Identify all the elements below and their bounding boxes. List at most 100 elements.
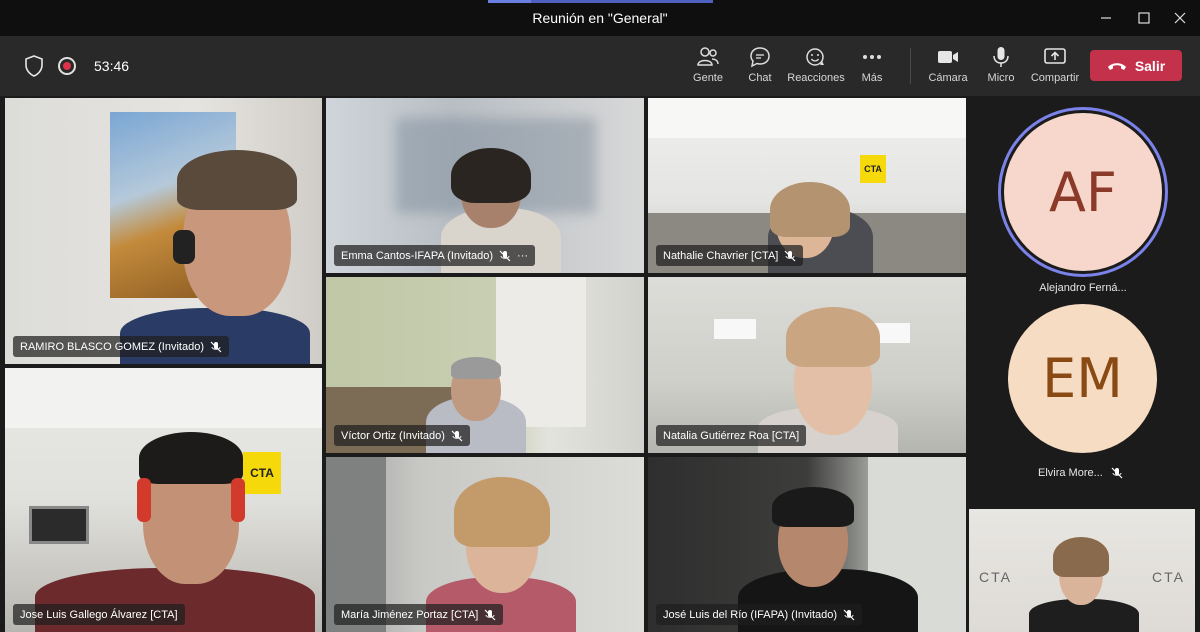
video-tile-maria[interactable]: María Jiménez Portaz [CTA]: [326, 457, 644, 632]
participant-name: Víctor Ortiz (Invitado): [341, 429, 445, 442]
share-screen-icon: [1044, 48, 1066, 64]
camera-button[interactable]: Cámara: [918, 44, 978, 84]
cta-wall-logo: CTA: [243, 452, 281, 494]
participant-hair: [177, 150, 297, 210]
hang-up-icon: [1107, 62, 1126, 70]
participant-hair: [1053, 537, 1109, 577]
participant-hair: [451, 357, 501, 379]
share-label: Compartir: [1030, 72, 1080, 84]
wall-logo-right: CTA: [1152, 569, 1185, 585]
participant-name: Nathalie Chavrier [CTA]: [663, 249, 779, 262]
avatar-initials: AF: [1048, 160, 1117, 224]
mic-off-icon: [1111, 467, 1123, 479]
meeting-timer: 53:46: [94, 58, 130, 74]
reactions-button[interactable]: Reacciones: [786, 44, 846, 84]
maximize-button[interactable]: [1126, 6, 1162, 30]
nameplate: Emma Cantos-IFAPA (Invitado) ···: [334, 245, 536, 266]
participant-name: Emma Cantos-IFAPA (Invitado): [341, 249, 494, 262]
participant-hair: [786, 307, 880, 367]
cta-wall-logo: CTA: [860, 155, 886, 183]
video-tile-natalia[interactable]: Natalia Gutiérrez Roa [CTA]: [648, 277, 966, 453]
toolbar-divider: [910, 48, 911, 84]
roster-name-row: Elvira More...: [1038, 467, 1123, 479]
participant-hair: [772, 487, 854, 527]
more-icon: [863, 55, 881, 59]
leave-button[interactable]: Salir: [1090, 50, 1182, 81]
people-icon: [697, 47, 719, 66]
mic-off-icon: [784, 250, 796, 261]
video-stage: RAMIRO BLASCO GOMEZ (Invitado) Emma Cant…: [0, 96, 1200, 632]
video-tile-jose-luis-gallego[interactable]: CTA Jose Luis Gallego Álvarez [CTA]: [5, 368, 322, 632]
video-tile-nathalie[interactable]: CTA Nathalie Chavrier [CTA]: [648, 98, 966, 273]
mic-off-icon: [843, 609, 855, 620]
ceiling: [5, 368, 322, 428]
participant-hair: [454, 477, 550, 547]
video-tile-ramiro[interactable]: RAMIRO BLASCO GOMEZ (Invitado): [5, 98, 322, 364]
nameplate: José Luis del Río (IFAPA) (Invitado): [656, 604, 863, 625]
meeting-status: 53:46: [24, 55, 129, 77]
more-button[interactable]: Más: [842, 44, 902, 84]
recording-icon[interactable]: [58, 57, 76, 75]
nameplate: Natalia Gutiérrez Roa [CTA]: [656, 425, 807, 446]
headset-icon: [231, 478, 245, 522]
participant-hair: [139, 432, 243, 484]
wall-logo-left: CTA: [979, 569, 1012, 585]
nameplate: María Jiménez Portaz [CTA]: [334, 604, 504, 625]
video-tile-jose-luis-del-rio[interactable]: José Luis del Río (IFAPA) (Invitado): [648, 457, 966, 632]
shield-icon[interactable]: [24, 55, 44, 77]
avatar: AF: [1004, 113, 1162, 271]
camera-label: Cámara: [928, 72, 968, 84]
avatar: EM: [1008, 304, 1157, 453]
headset-icon: [173, 230, 195, 264]
mic-off-icon: [484, 609, 496, 620]
participant-name: Natalia Gutiérrez Roa [CTA]: [663, 429, 800, 442]
maximize-icon: [1138, 12, 1150, 24]
ceiling-light: [714, 319, 756, 339]
title-bar: Reunión en "General": [0, 0, 1200, 36]
minimize-icon: [1101, 17, 1111, 19]
leave-label: Salir: [1134, 57, 1166, 74]
video-tile-emma[interactable]: Emma Cantos-IFAPA (Invitado) ···: [326, 98, 644, 273]
speaking-ring: AF: [998, 107, 1168, 277]
minimize-button[interactable]: [1088, 6, 1124, 30]
reactions-icon: [806, 48, 824, 66]
roster-name: Alejandro Ferná...: [1039, 282, 1127, 294]
office-monitor: [29, 506, 89, 544]
window-title: Reunión en "General": [532, 10, 668, 26]
mic-button[interactable]: Micro: [971, 44, 1031, 84]
nameplate: Víctor Ortiz (Invitado): [334, 425, 470, 446]
close-button[interactable]: [1162, 6, 1198, 30]
participant-name: Jose Luis Gallego Álvarez [CTA]: [20, 608, 178, 621]
camera-icon: [938, 51, 958, 63]
chat-label: Chat: [748, 72, 772, 84]
participant-name: José Luis del Río (IFAPA) (Invitado): [663, 608, 838, 621]
participant-more-options[interactable]: ···: [517, 250, 528, 262]
mic-off-icon: [499, 250, 511, 261]
roster-name: Elvira More...: [1038, 467, 1103, 479]
participant-hair: [451, 148, 531, 203]
nameplate: Nathalie Chavrier [CTA]: [656, 245, 804, 266]
ceiling: [648, 98, 966, 138]
mic-off-icon: [451, 430, 463, 441]
participant-hair: [770, 182, 850, 237]
meeting-toolbar: 53:46 Gente Chat Reacciones Más Cámara M…: [0, 36, 1200, 96]
avatar-initials: EM: [1042, 347, 1123, 410]
people-button[interactable]: Gente: [678, 44, 738, 84]
more-label: Más: [861, 72, 883, 84]
mic-label: Micro: [987, 72, 1015, 84]
participant-name: RAMIRO BLASCO GOMEZ (Invitado): [20, 340, 204, 353]
nameplate: Jose Luis Gallego Álvarez [CTA]: [13, 604, 185, 625]
nameplate: RAMIRO BLASCO GOMEZ (Invitado): [13, 336, 229, 357]
participant-name: María Jiménez Portaz [CTA]: [341, 608, 479, 621]
close-icon: [1174, 12, 1186, 24]
video-tile-victor[interactable]: Víctor Ortiz (Invitado): [326, 277, 644, 453]
microphone-icon: [993, 47, 1009, 67]
chat-button[interactable]: Chat: [730, 44, 790, 84]
mic-off-icon: [210, 341, 222, 352]
reactions-label: Reacciones: [787, 72, 845, 84]
people-label: Gente: [693, 72, 723, 84]
self-view-tile[interactable]: CTA CTA: [969, 509, 1195, 632]
title-accent-highlight: [488, 0, 531, 3]
headset-icon: [137, 478, 151, 522]
share-button[interactable]: Compartir: [1025, 44, 1085, 84]
